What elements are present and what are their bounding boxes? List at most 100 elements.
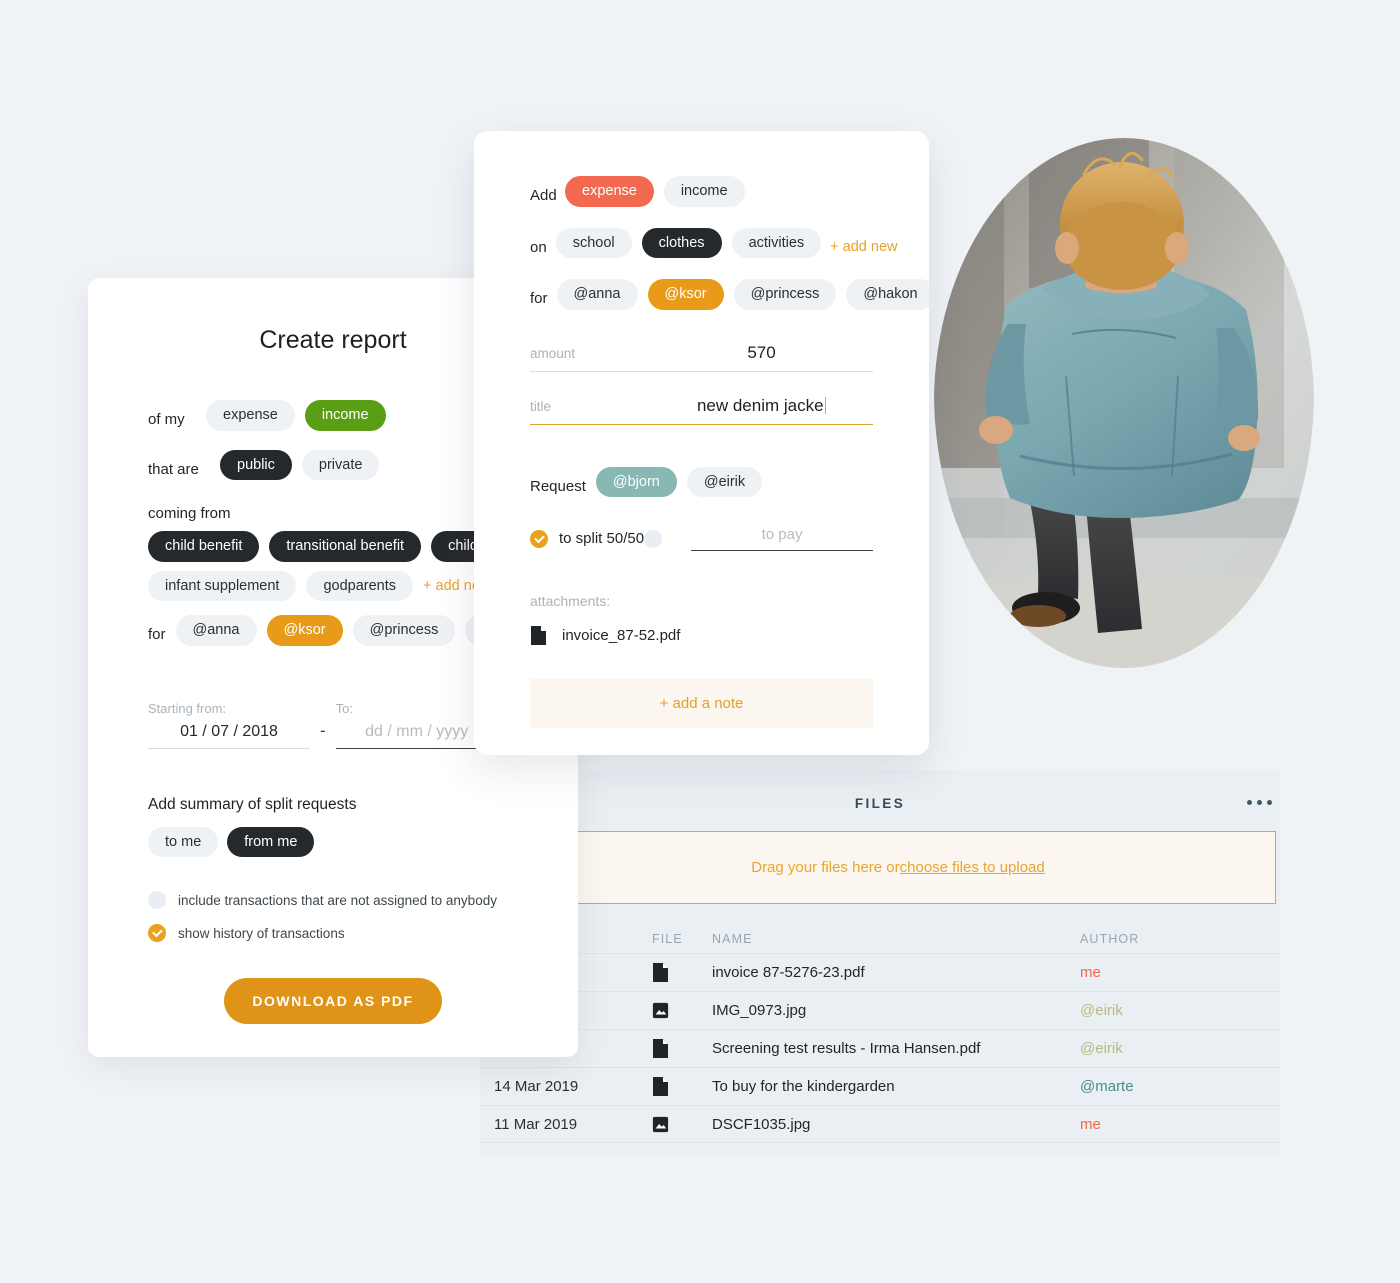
- chip-category-clothes[interactable]: clothes: [641, 227, 722, 258]
- download-as-pdf-button[interactable]: DOWNLOAD AS PDF: [224, 978, 442, 1024]
- add-label: Add: [530, 187, 557, 205]
- file-icon-cell: [652, 1115, 712, 1134]
- checkbox-checked-icon[interactable]: [148, 924, 166, 942]
- file-name[interactable]: IMG_0973.jpg: [712, 1002, 1080, 1019]
- files-panel-title: FILES: [854, 796, 906, 811]
- attachment-item[interactable]: invoice_87-52.pdf: [530, 626, 873, 645]
- chip-reportfor--princess[interactable]: @princess: [352, 615, 456, 646]
- file-date: 14 Mar 2019: [494, 1078, 579, 1095]
- amount-input[interactable]: 570: [650, 343, 873, 363]
- ellipsis-icon[interactable]: [1247, 800, 1272, 805]
- title-field[interactable]: title new denim jacke: [530, 396, 873, 425]
- add-transaction-card: Add expense income on school clothes activi…: [474, 131, 929, 755]
- of-my-row: of my expense income: [148, 400, 518, 440]
- chip-for--princess[interactable]: @princess: [733, 279, 837, 310]
- on-label: on: [530, 238, 547, 256]
- for-row: for @anna@ksor@princess@hakon: [148, 615, 554, 655]
- report-checkbox-label: show history of transactions: [178, 925, 345, 941]
- table-row[interactable]: IMG_0973.jpg @eirik: [480, 991, 1280, 1029]
- date-from-input[interactable]: 01 / 07 / 2018: [148, 723, 310, 749]
- amount-field[interactable]: amount 570: [530, 343, 873, 372]
- summary-title: Add summary of split requests: [148, 795, 357, 813]
- column-header-file: FILE: [652, 932, 683, 946]
- column-header-author: AUTHOR: [1080, 932, 1140, 946]
- table-row[interactable]: 14 Mar 2019 To buy for the kindergarden @m…: [480, 1067, 1280, 1105]
- chip-addtype-expense[interactable]: expense: [565, 176, 654, 207]
- add-note-button[interactable]: + add a note: [530, 679, 873, 728]
- file-author[interactable]: me: [1080, 964, 1280, 981]
- chip-summary-to-me[interactable]: to me: [148, 826, 219, 857]
- add-type-chips: expense income: [565, 176, 745, 207]
- category-row: on school clothes activities + add new: [530, 227, 898, 268]
- image-icon: [652, 1116, 669, 1132]
- for-label: for: [148, 626, 166, 644]
- table-row[interactable]: Screening test results - Irma Hansen.pdf…: [480, 1029, 1280, 1067]
- file-author[interactable]: me: [1080, 1116, 1280, 1133]
- chip-ofmy-expense[interactable]: expense: [206, 400, 295, 431]
- table-row[interactable]: invoice 87-5276-23.pdf me: [480, 953, 1280, 991]
- chip-comingfrom-transitional-benefit[interactable]: transitional benefit: [269, 531, 422, 562]
- chip-comingfrom-godparents[interactable]: godparents: [306, 570, 414, 601]
- document-icon: [531, 626, 546, 645]
- title-label: title: [530, 398, 552, 414]
- table-row[interactable]: 11 Mar 2019 DSCF1035.jpg me: [480, 1105, 1280, 1143]
- chip-comingfrom-child-benefit[interactable]: child benefit: [148, 531, 260, 562]
- date-from-field[interactable]: Starting from: 01 / 07 / 2018: [148, 701, 310, 749]
- chip-reportfor--ksor[interactable]: @ksor: [266, 615, 343, 646]
- file-author[interactable]: @eirik: [1080, 1040, 1280, 1057]
- chip-reportfor--anna[interactable]: @anna: [175, 615, 257, 646]
- to-pay-input[interactable]: to pay: [691, 526, 873, 551]
- chip-category-school[interactable]: school: [555, 227, 632, 258]
- chip-for--anna[interactable]: @anna: [556, 279, 638, 310]
- dropzone-text: Drag your files here or: [751, 859, 900, 876]
- file-name[interactable]: DSCF1035.jpg: [712, 1116, 1080, 1133]
- file-name[interactable]: Screening test results - Irma Hansen.pdf: [712, 1040, 1080, 1057]
- title-input-wrap[interactable]: new denim jacke: [650, 396, 873, 416]
- chip-request--eirik[interactable]: @eirik: [686, 466, 763, 497]
- assignee-row: for @anna @ksor @princess @hakon: [530, 279, 929, 319]
- report-checkbox-row[interactable]: include transactions that are not assign…: [148, 891, 518, 909]
- file-dropzone[interactable]: Drag your files here or choose files to …: [520, 831, 1276, 904]
- split-5050-label: to split 50/50: [559, 530, 645, 547]
- choose-files-link[interactable]: choose files to upload: [900, 859, 1045, 876]
- report-checkbox-row[interactable]: show history of transactions: [148, 924, 518, 942]
- image-icon: [652, 1002, 669, 1019]
- file-name[interactable]: To buy for the kindergarden: [712, 1078, 1080, 1095]
- chip-ofmy-income[interactable]: income: [304, 400, 386, 431]
- chip-thatare-private[interactable]: private: [301, 449, 380, 480]
- request-label: Request: [530, 477, 586, 495]
- files-table-body: invoice 87-5276-23.pdf me IMG_0973.jpg @eir…: [480, 953, 1280, 1143]
- coming-from-chips-row2: infant supplement godparents + add new: [148, 570, 518, 601]
- chip-comingfrom-infant-supplement[interactable]: infant supplement: [148, 570, 297, 601]
- attachments-label: attachments:: [530, 593, 611, 609]
- request-chips: @bjorn @eirik: [595, 466, 763, 497]
- summary-chips: to me from me: [88, 826, 578, 857]
- title-input[interactable]: new denim jacke: [697, 396, 824, 415]
- chip-addtype-income[interactable]: income: [663, 176, 745, 207]
- to-pay-checkbox[interactable]: [644, 529, 663, 548]
- files-table-header: FILE NAME AUTHOR: [480, 925, 1280, 953]
- chip-for--ksor[interactable]: @ksor: [647, 279, 724, 310]
- file-icon-cell: [652, 1001, 712, 1020]
- file-icon-cell: [652, 1039, 712, 1058]
- document-icon: [653, 1039, 668, 1058]
- chip-category-activities[interactable]: activities: [731, 227, 822, 258]
- of-my-label: of my: [148, 411, 185, 429]
- file-icon-cell: [652, 963, 712, 982]
- add-type-row: Add expense income: [530, 176, 873, 216]
- add-new-category-link[interactable]: + add new: [830, 239, 897, 255]
- file-author[interactable]: @marte: [1080, 1078, 1280, 1095]
- chip-for--hakon[interactable]: @hakon: [846, 279, 929, 310]
- chip-thatare-public[interactable]: public: [220, 449, 292, 480]
- document-icon: [653, 963, 668, 982]
- for-label: for: [530, 290, 548, 308]
- date-range-separator: -: [320, 720, 326, 740]
- chip-summary-from-me[interactable]: from me: [227, 826, 315, 857]
- file-name[interactable]: invoice 87-5276-23.pdf: [712, 964, 1080, 981]
- file-author[interactable]: @eirik: [1080, 1002, 1280, 1019]
- app-stage: FILES Drag your files here or choose fil…: [0, 0, 1400, 1283]
- that-are-row: that are public private: [148, 449, 518, 490]
- chip-request--bjorn[interactable]: @bjorn: [595, 466, 677, 497]
- checkbox-unchecked-icon[interactable]: [148, 891, 166, 909]
- split-5050-checkbox[interactable]: [530, 529, 548, 548]
